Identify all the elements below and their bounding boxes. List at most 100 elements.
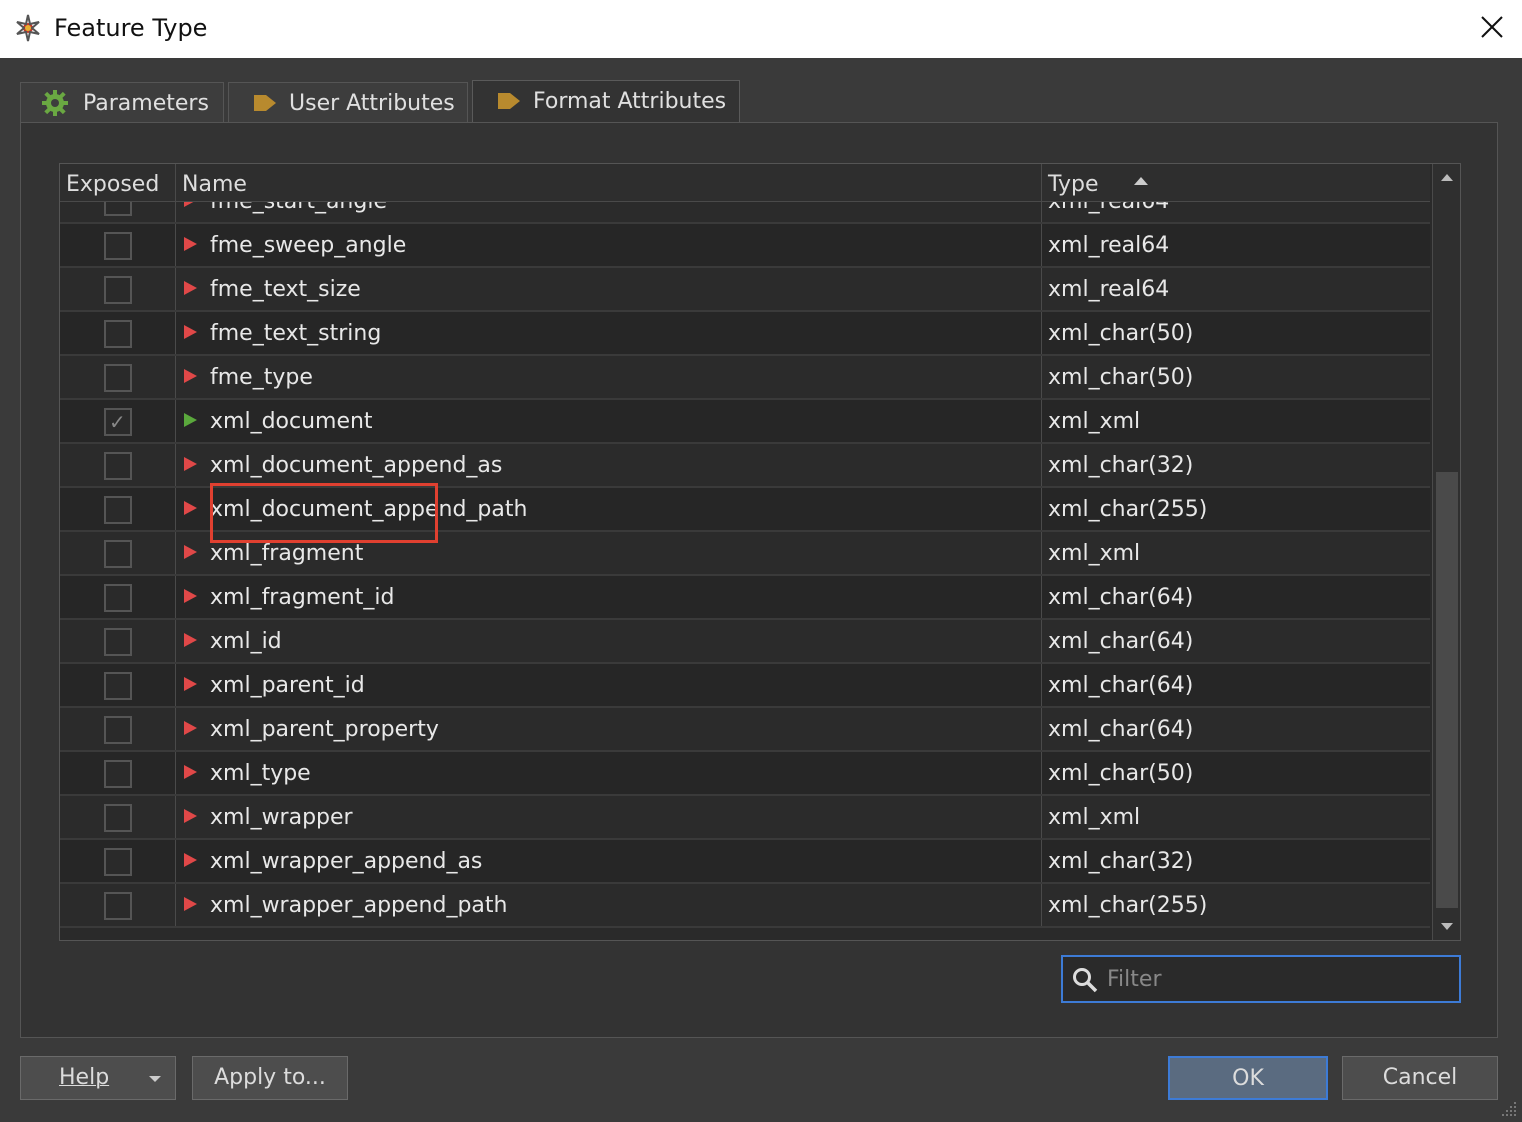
attribute-name-cell[interactable]: fme_type	[176, 356, 1042, 398]
exposed-checkbox[interactable]	[104, 892, 132, 920]
attribute-name: xml_document_append_as	[210, 453, 503, 478]
tab-parameters[interactable]: Parameters	[20, 82, 224, 122]
attribute-name-cell[interactable]: xml_fragment	[176, 532, 1042, 574]
table-row[interactable]: xml_parent_id xml_char(64)	[60, 664, 1430, 708]
exposed-checkbox[interactable]	[104, 760, 132, 788]
exposed-checkbox[interactable]	[104, 276, 132, 304]
attribute-name-cell[interactable]: fme_sweep_angle	[176, 224, 1042, 266]
exposed-cell	[60, 312, 176, 354]
exposed-checkbox[interactable]	[104, 628, 132, 656]
hidden-marker-icon	[184, 325, 197, 339]
apply-to-button[interactable]: Apply to...	[192, 1056, 348, 1100]
table-row[interactable]: xml_fragment xml_xml	[60, 532, 1430, 576]
attribute-type-cell[interactable]: xml_char(50)	[1042, 752, 1430, 794]
exposed-checkbox[interactable]	[104, 232, 132, 260]
attribute-name-cell[interactable]: xml_fragment_id	[176, 576, 1042, 618]
column-header-type[interactable]: Type	[1042, 164, 1430, 202]
attribute-name-cell[interactable]: xml_wrapper	[176, 796, 1042, 838]
table-row[interactable]: xml_fragment_id xml_char(64)	[60, 576, 1430, 620]
attribute-type-cell[interactable]: xml_char(64)	[1042, 576, 1430, 618]
scrollbar-thumb[interactable]	[1436, 472, 1458, 908]
table-row[interactable]: fme_text_size xml_real64	[60, 268, 1430, 312]
attribute-name-cell[interactable]: xml_type	[176, 752, 1042, 794]
exposed-checkbox[interactable]	[104, 540, 132, 568]
attribute-type-cell[interactable]: xml_char(50)	[1042, 312, 1430, 354]
table-row[interactable]: xml_id xml_char(64)	[60, 620, 1430, 664]
attribute-type-cell[interactable]: xml_xml	[1042, 400, 1430, 442]
table-row[interactable]: fme_sweep_angle xml_real64	[60, 224, 1430, 268]
exposed-checkbox[interactable]	[104, 496, 132, 524]
cancel-button[interactable]: Cancel	[1342, 1056, 1498, 1100]
attribute-name-cell[interactable]: xml_id	[176, 620, 1042, 662]
column-header-name[interactable]: Name	[176, 164, 1148, 202]
exposed-checkbox[interactable]	[104, 320, 132, 348]
table-row[interactable]: xml_document_append_path xml_char(255)	[60, 488, 1430, 532]
attribute-type-cell[interactable]: xml_char(50)	[1042, 356, 1430, 398]
hidden-marker-icon	[184, 589, 197, 603]
exposed-checkbox[interactable]	[104, 672, 132, 700]
exposed-checkbox[interactable]	[104, 452, 132, 480]
attribute-name-cell[interactable]: xml_document_append_as	[176, 444, 1042, 486]
exposed-checkbox[interactable]	[104, 848, 132, 876]
ok-button[interactable]: OK	[1168, 1056, 1328, 1100]
attribute-type-cell[interactable]: xml_xml	[1042, 532, 1430, 574]
attribute-name-cell[interactable]: fme_start_angle	[176, 202, 1042, 222]
exposed-checkbox[interactable]: ✓	[104, 408, 132, 436]
column-header-exposed[interactable]: Exposed	[60, 164, 176, 202]
tab-parameters-label: Parameters	[83, 91, 209, 116]
table-row[interactable]: ✓ xml_document xml_xml	[60, 400, 1430, 444]
scroll-down-icon[interactable]	[1437, 916, 1457, 936]
exposed-checkbox[interactable]	[104, 584, 132, 612]
table-row[interactable]: fme_start_angle xml_real64	[60, 202, 1430, 224]
arrow-tag-icon	[498, 93, 520, 109]
attribute-type-cell[interactable]: xml_char(64)	[1042, 664, 1430, 706]
tab-format-attributes[interactable]: Format Attributes	[472, 80, 740, 122]
attribute-name-cell[interactable]: xml_parent_property	[176, 708, 1042, 750]
attribute-type-cell[interactable]: xml_char(255)	[1042, 884, 1430, 926]
attribute-type-cell[interactable]: xml_char(32)	[1042, 444, 1430, 486]
exposed-checkbox[interactable]	[104, 716, 132, 744]
vertical-scrollbar[interactable]	[1432, 164, 1460, 940]
attribute-type-cell[interactable]: xml_real64	[1042, 224, 1430, 266]
exposed-checkbox[interactable]	[104, 364, 132, 392]
table-row[interactable]: xml_wrapper_append_as xml_char(32)	[60, 840, 1430, 884]
attribute-name-cell[interactable]: xml_document	[176, 400, 1042, 442]
filter-input[interactable]	[1107, 963, 1447, 995]
scroll-up-icon[interactable]	[1437, 168, 1457, 188]
exposed-checkbox[interactable]	[104, 202, 132, 216]
attribute-name: xml_fragment_id	[210, 585, 395, 610]
table-row[interactable]: xml_document_append_as xml_char(32)	[60, 444, 1430, 488]
table-row[interactable]: fme_text_string xml_char(50)	[60, 312, 1430, 356]
exposed-checkbox[interactable]	[104, 804, 132, 832]
attribute-type-cell[interactable]: xml_real64	[1042, 202, 1430, 222]
filter-field[interactable]	[1061, 955, 1461, 1003]
close-icon[interactable]	[1472, 8, 1512, 48]
table-row[interactable]: xml_wrapper_append_path xml_char(255)	[60, 884, 1430, 928]
hidden-marker-icon	[184, 281, 197, 295]
exposed-cell	[60, 708, 176, 750]
attribute-type-cell[interactable]: xml_char(32)	[1042, 840, 1430, 882]
resize-grip-icon[interactable]	[1498, 1098, 1518, 1118]
attribute-type-cell[interactable]: xml_char(64)	[1042, 708, 1430, 750]
attribute-name-cell[interactable]: xml_document_append_path	[176, 488, 1042, 530]
attribute-type-cell[interactable]: xml_char(64)	[1042, 620, 1430, 662]
help-button[interactable]: Help	[20, 1056, 176, 1100]
attribute-name-cell[interactable]: fme_text_size	[176, 268, 1042, 310]
tab-user-attributes[interactable]: User Attributes	[228, 82, 468, 122]
table-row[interactable]: fme_type xml_char(50)	[60, 356, 1430, 400]
attribute-type-cell[interactable]: xml_real64	[1042, 268, 1430, 310]
chevron-down-icon[interactable]	[149, 1076, 161, 1082]
table-row[interactable]: xml_wrapper xml_xml	[60, 796, 1430, 840]
attribute-name-cell[interactable]: xml_parent_id	[176, 664, 1042, 706]
attribute-name-cell[interactable]: xml_wrapper_append_as	[176, 840, 1042, 882]
attribute-name-cell[interactable]: xml_wrapper_append_path	[176, 884, 1042, 926]
search-icon	[1073, 968, 1098, 993]
hidden-marker-icon	[184, 897, 197, 911]
attribute-name-cell[interactable]: fme_text_string	[176, 312, 1042, 354]
exposed-cell	[60, 664, 176, 706]
table-row[interactable]: xml_type xml_char(50)	[60, 752, 1430, 796]
table-row[interactable]: xml_parent_property xml_char(64)	[60, 708, 1430, 752]
attribute-name: xml_wrapper_append_as	[210, 849, 483, 874]
attribute-type-cell[interactable]: xml_xml	[1042, 796, 1430, 838]
attribute-type-cell[interactable]: xml_char(255)	[1042, 488, 1430, 530]
